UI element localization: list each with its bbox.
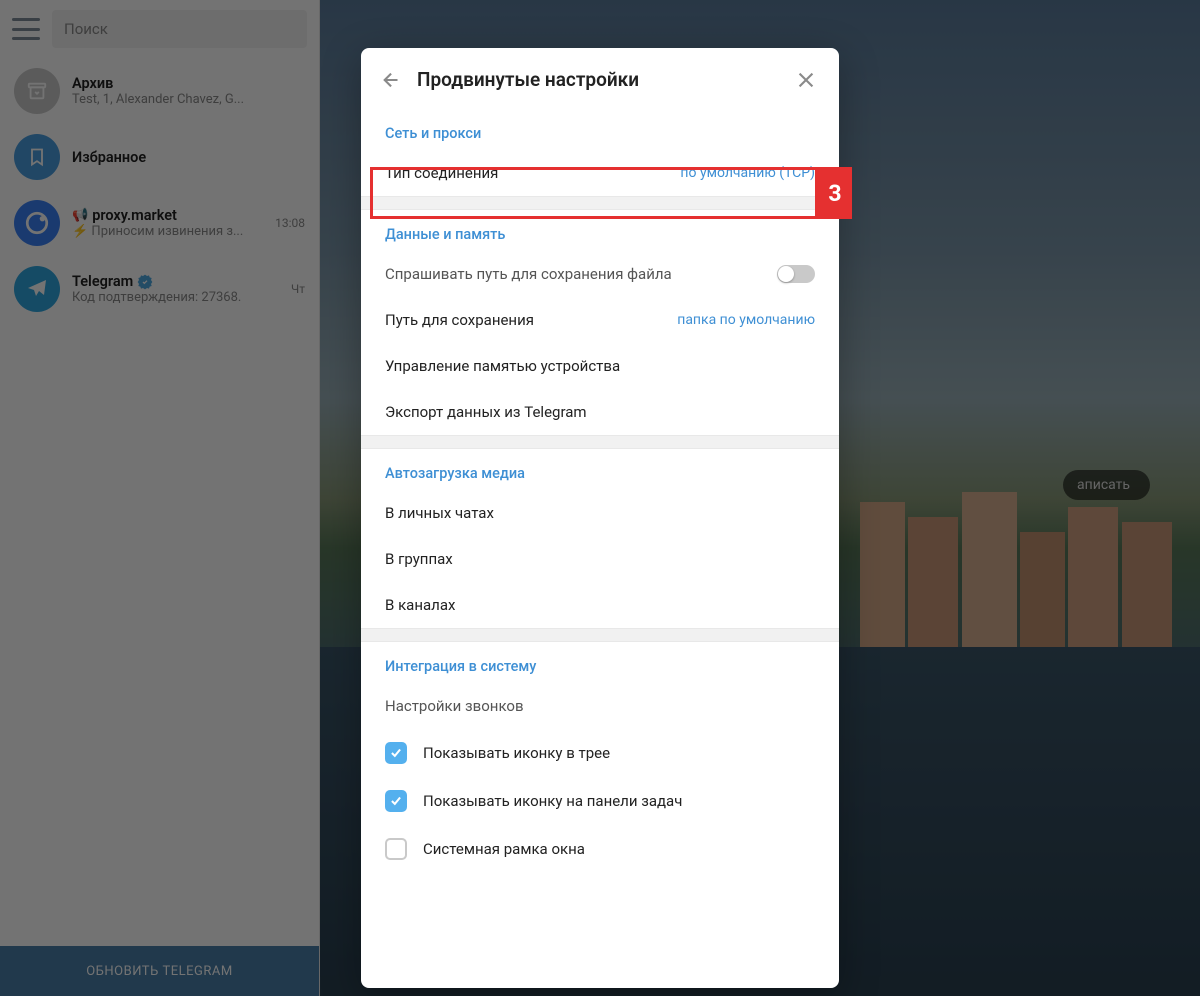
checkbox[interactable] — [385, 790, 407, 812]
back-button[interactable] — [381, 69, 403, 91]
row-label: Тип соединения — [385, 164, 498, 182]
modal-body: Сеть и прокси Тип соединения по умолчани… — [361, 109, 839, 988]
annotation-badge: 3 — [818, 167, 852, 219]
advanced-settings-modal: Продвинутые настройки Сеть и прокси Тип … — [361, 48, 839, 988]
close-button[interactable] — [795, 69, 817, 91]
toggle-switch[interactable] — [777, 265, 815, 283]
section-title-system: Интеграция в систему — [361, 642, 839, 683]
ask-save-path-row[interactable]: Спрашивать путь для сохранения файла — [361, 251, 839, 297]
connection-type-row[interactable]: Тип соединения по умолчанию (TCP) — [361, 150, 839, 196]
row-value: папка по умолчанию — [677, 312, 815, 328]
checkbox[interactable] — [385, 838, 407, 860]
row-label: Путь для сохранения — [385, 311, 534, 329]
export-data-row[interactable]: Экспорт данных из Telegram — [361, 389, 839, 435]
app-root: Поиск Архив Test, 1, Alexander Chavez, G… — [0, 0, 1200, 996]
section-title-autoload: Автозагрузка медиа — [361, 449, 839, 490]
row-label: Экспорт данных из Telegram — [385, 403, 587, 421]
autoload-channels-row[interactable]: В каналах — [361, 582, 839, 628]
row-label: Управление памятью устройства — [385, 357, 620, 375]
autoload-private-row[interactable]: В личных чатах — [361, 490, 839, 536]
row-label: Спрашивать путь для сохранения файла — [385, 265, 672, 283]
modal-title: Продвинутые настройки — [417, 68, 781, 91]
section-title-data: Данные и память — [361, 210, 839, 251]
taskbar-icon-row[interactable]: Показывать иконку на панели задач — [361, 777, 839, 825]
native-frame-row[interactable]: Системная рамка окна — [361, 825, 839, 873]
modal-header: Продвинутые настройки — [361, 48, 839, 109]
save-path-row[interactable]: Путь для сохранения папка по умолчанию — [361, 297, 839, 343]
call-settings-row[interactable]: Настройки звонков — [361, 683, 839, 729]
checkbox[interactable] — [385, 742, 407, 764]
section-title-network: Сеть и прокси — [361, 109, 839, 150]
autoload-groups-row[interactable]: В группах — [361, 536, 839, 582]
manage-memory-row[interactable]: Управление памятью устройства — [361, 343, 839, 389]
tray-icon-row[interactable]: Показывать иконку в трее — [361, 729, 839, 777]
row-value: по умолчанию (TCP) — [680, 165, 815, 181]
modal-overlay[interactable]: Продвинутые настройки Сеть и прокси Тип … — [0, 0, 1200, 996]
